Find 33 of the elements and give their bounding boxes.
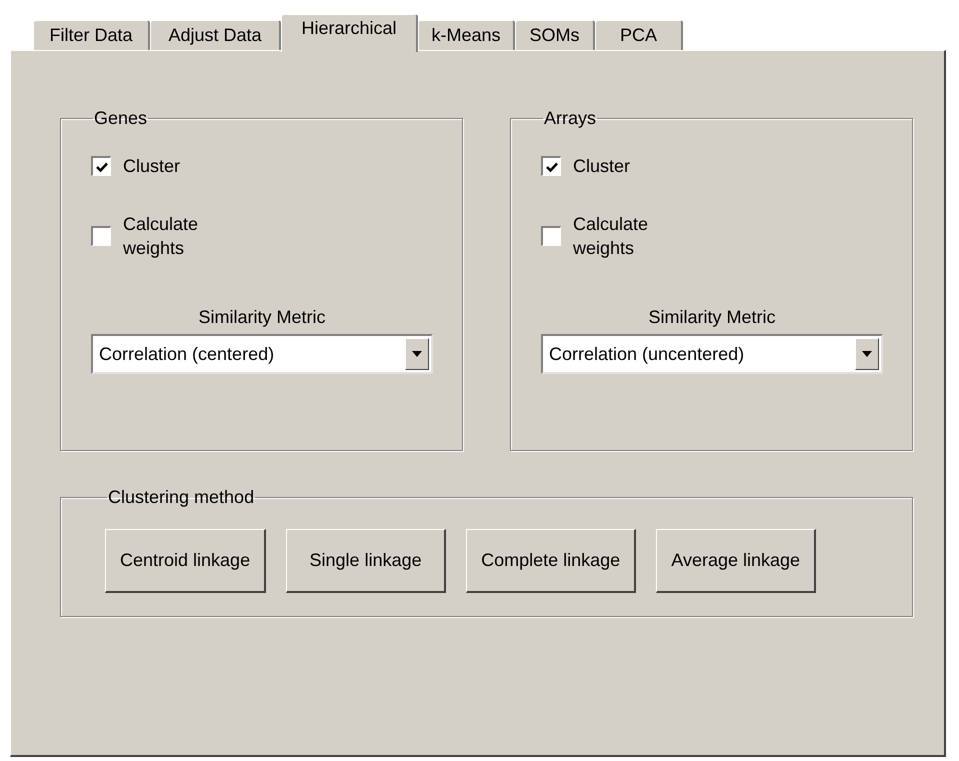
tab[interactable]: Adjust Data [150,20,281,50]
checkbox-label: Calculate weights [123,213,198,260]
tab[interactable]: Filter Data [33,20,150,50]
group-label: Clustering method [107,487,256,507]
caret-icon [412,351,422,357]
dropdown-button[interactable] [405,338,429,370]
check-icon [96,162,108,172]
linkage-button[interactable]: Complete linkage [466,529,636,593]
check-icon [546,162,558,172]
caret-icon [862,351,872,357]
group-label: Genes [93,108,148,128]
tab[interactable]: Hierarchical [281,14,418,52]
metric-label: Similarity Metric [647,306,776,328]
group-label: Arrays [543,108,598,128]
linkage-button[interactable]: Average linkage [656,529,816,593]
tab[interactable]: SOMs [515,20,595,50]
tab[interactable]: PCA [595,20,683,50]
similarity-dropdown[interactable]: Correlation (centered) [91,334,433,374]
checkbox[interactable] [541,226,561,246]
linkage-button[interactable]: Single linkage [286,529,446,593]
checkbox-label: Calculate weights [573,213,648,260]
tab[interactable]: k-Means [418,20,515,50]
dropdown-button[interactable] [855,338,879,370]
metric-label: Similarity Metric [197,306,326,328]
linkage-button[interactable]: Centroid linkage [105,529,266,593]
checkbox[interactable] [91,156,111,176]
checkbox[interactable] [541,156,561,176]
checkbox-label: Cluster [123,155,180,178]
similarity-dropdown[interactable]: Correlation (uncentered) [541,334,883,374]
dropdown-value: Correlation (uncentered) [549,343,746,365]
checkbox[interactable] [91,226,111,246]
dropdown-value: Correlation (centered) [99,343,276,365]
checkbox-label: Cluster [573,155,630,178]
